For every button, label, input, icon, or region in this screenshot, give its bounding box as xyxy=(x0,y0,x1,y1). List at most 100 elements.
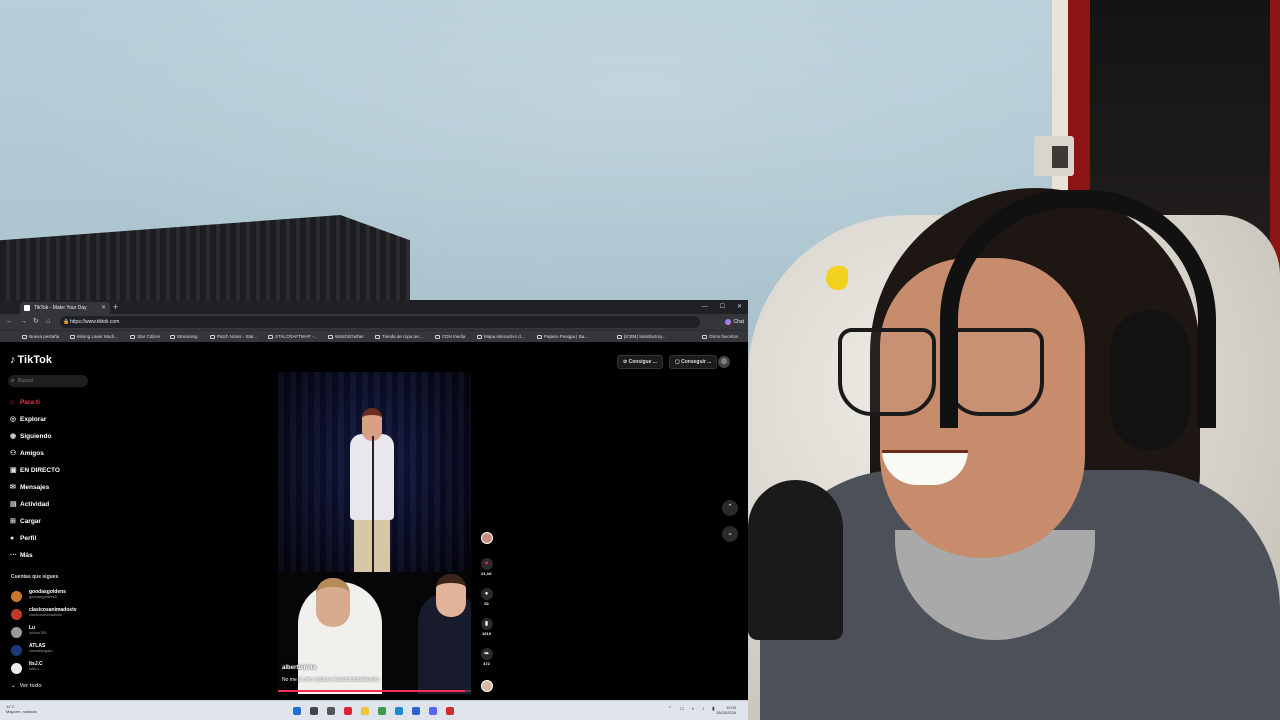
bookmark[interactable]: Streaming xyxy=(170,331,198,342)
mic-stand xyxy=(372,436,374,572)
address-bar[interactable]: 🔒 https://www.tiktok.com xyxy=(60,316,700,328)
scroll-down-button[interactable]: ⌄ xyxy=(722,526,738,542)
bookmark[interactable]: Patch Notes - Star... xyxy=(210,331,257,342)
avatar xyxy=(11,663,22,674)
sidebar-item-mensajes[interactable]: ✉ Mensajes xyxy=(10,483,49,493)
url-text: https://www.tiktok.com xyxy=(70,319,120,325)
bookmark[interactable]: Mapa interactivo d... xyxy=(477,331,525,342)
video-author[interactable]: albertoimita xyxy=(282,665,316,671)
bookmark[interactable]: Watch2Gether xyxy=(328,331,364,342)
app-icon[interactable] xyxy=(446,707,454,715)
chrome-icon[interactable] xyxy=(378,707,386,715)
address-bar-row: ← → ↻ ⌂ 🔒 https://www.tiktok.com Chat xyxy=(0,314,748,330)
store-icon[interactable] xyxy=(412,707,420,715)
folder-icon xyxy=(22,334,27,339)
search-input[interactable]: ⌕ Buscar xyxy=(8,375,88,387)
like-icon[interactable]: ♥ xyxy=(480,558,493,570)
account-handle: luchun785 xyxy=(29,631,47,635)
video-progress-bar[interactable] xyxy=(278,690,471,692)
share-count: 472 xyxy=(483,661,490,666)
sidebar-item-cargar[interactable]: ⊞ Cargar xyxy=(10,517,41,527)
avatar[interactable] xyxy=(480,532,493,544)
account-handle: mftu.c xyxy=(29,667,40,671)
get-coins-button[interactable]: ⊘ Consigue ... xyxy=(617,355,663,369)
bookmark[interactable]: Papero Pesqpa | Ba... xyxy=(537,331,588,342)
reload-icon[interactable]: ↻ xyxy=(33,316,39,328)
back-icon[interactable]: ← xyxy=(6,316,13,328)
folder-icon xyxy=(702,334,707,339)
chat-button[interactable]: Chat xyxy=(725,316,744,328)
sidebar-item-más[interactable]: ··· Más xyxy=(10,551,33,561)
new-tab-button[interactable]: + xyxy=(113,300,118,314)
task-view-icon[interactable] xyxy=(327,707,335,715)
messages-icon: ✉ xyxy=(10,484,16,491)
yellow-toy xyxy=(826,266,848,290)
chat-label: Chat xyxy=(733,319,744,325)
sidebar-item-siguiendo[interactable]: ◉ Siguiendo xyxy=(10,432,51,442)
browser-tab[interactable]: TikTok - Make Your Day ✕ xyxy=(20,302,110,314)
video-player[interactable]: albertoimita No me lo creo todavía #esta… xyxy=(278,372,471,694)
comment-button[interactable]: ● 52 xyxy=(479,588,494,606)
bookmark[interactable]: CDN media xyxy=(435,331,465,342)
music-disc-icon[interactable] xyxy=(480,680,493,692)
sidebar-item-explorar[interactable]: ◎ Explorar xyxy=(10,415,46,425)
following-account[interactable]: ATLAS chesatlasgatv xyxy=(11,642,101,656)
following-icon: ◉ xyxy=(10,433,17,440)
share-button[interactable]: ➦ 472 xyxy=(479,648,494,666)
following-account[interactable]: Lu luchun785 xyxy=(11,624,101,638)
weather-widget[interactable]: 11°C Mayorm. nublado xyxy=(6,704,37,714)
sidebar-item-para-ti[interactable]: ⌂ Para ti xyxy=(10,398,40,408)
opera-icon[interactable] xyxy=(344,707,352,715)
tiktok-logo[interactable]: ♪ TikTok xyxy=(10,354,52,366)
maximize-button[interactable]: ☐ xyxy=(720,300,725,314)
tab-close-icon[interactable]: ✕ xyxy=(101,302,106,314)
following-account[interactable]: goodasgoldens goodasgoldens5 xyxy=(11,588,101,602)
sidebar-item-amigos[interactable]: ⚇ Amigos xyxy=(10,449,44,459)
windows-start-icon[interactable] xyxy=(293,707,301,715)
file-explorer-icon[interactable] xyxy=(361,707,369,715)
sidebar-item-label: Perfil xyxy=(20,535,37,542)
system-tray[interactable]: ⌃ ▭ ◐ ♪ ▮ xyxy=(668,706,718,712)
minimize-button[interactable]: — xyxy=(702,300,708,314)
sound-disc[interactable] xyxy=(479,680,494,692)
bookmark[interactable]: [ICBM] Satisfactory... xyxy=(617,331,666,342)
save-count: 1610 xyxy=(482,631,491,636)
bookmark[interactable]: Mining Laser Modi... xyxy=(70,331,118,342)
clock[interactable]: 12:00 28/03/2026 xyxy=(716,705,736,715)
forward-icon[interactable]: → xyxy=(20,316,27,328)
get-app-button[interactable]: ▢ Conseguir ... xyxy=(669,355,718,369)
avatar xyxy=(11,591,22,602)
comment-icon[interactable]: ● xyxy=(480,588,493,600)
account-avatar-icon[interactable]: ◍ xyxy=(718,356,730,368)
discord-icon[interactable] xyxy=(429,707,437,715)
bookmark[interactable]: Star Citizen xyxy=(130,331,160,342)
edge-icon[interactable] xyxy=(395,707,403,715)
search-icon: ⌕ xyxy=(11,378,15,384)
sidebar-item-label: Para ti xyxy=(20,399,40,406)
sidebar-item-actividad[interactable]: ▤ Actividad xyxy=(10,500,49,510)
sidebar-item-en-directo[interactable]: ▣ EN DIRECTO xyxy=(10,466,60,476)
sidebar-item-label: Explorar xyxy=(20,416,47,423)
bookmark[interactable]: Tienda de ropa tec... xyxy=(375,331,423,342)
following-account[interactable]: clasicosanimadostv clasicosanimadostv xyxy=(11,606,101,620)
home-icon[interactable]: ⌂ xyxy=(46,316,50,328)
bookmark[interactable]: STALCRAFTMAP -... xyxy=(268,331,317,342)
close-window-button[interactable]: ✕ xyxy=(737,300,742,314)
like-button[interactable]: ♥ 21,1K xyxy=(479,558,494,576)
sidebar-item-label: Amigos xyxy=(20,450,44,457)
scroll-up-button[interactable]: ⌃ xyxy=(722,500,738,516)
bookmark[interactable]: Nueva pestaña xyxy=(22,331,59,342)
sidebar-item-perfil[interactable]: ● Perfil xyxy=(10,534,36,544)
search-icon[interactable] xyxy=(310,707,318,715)
avatar xyxy=(11,627,22,638)
bookmarks-bar: Nueva pestaña Mining Laser Modi... Star … xyxy=(0,330,748,342)
save-button[interactable]: ▮ 1610 xyxy=(479,618,494,636)
following-account[interactable]: ItsJ.C mftu.c xyxy=(11,660,101,674)
share-icon[interactable]: ➦ xyxy=(480,648,493,660)
save-icon[interactable]: ▮ xyxy=(480,618,493,630)
creator-avatar[interactable] xyxy=(479,532,494,544)
see-all-link[interactable]: ⌄ Ver todo xyxy=(11,683,46,689)
avatar xyxy=(11,609,22,620)
stage-scene xyxy=(278,372,471,572)
other-bookmarks[interactable]: Otros favoritos xyxy=(702,331,738,342)
